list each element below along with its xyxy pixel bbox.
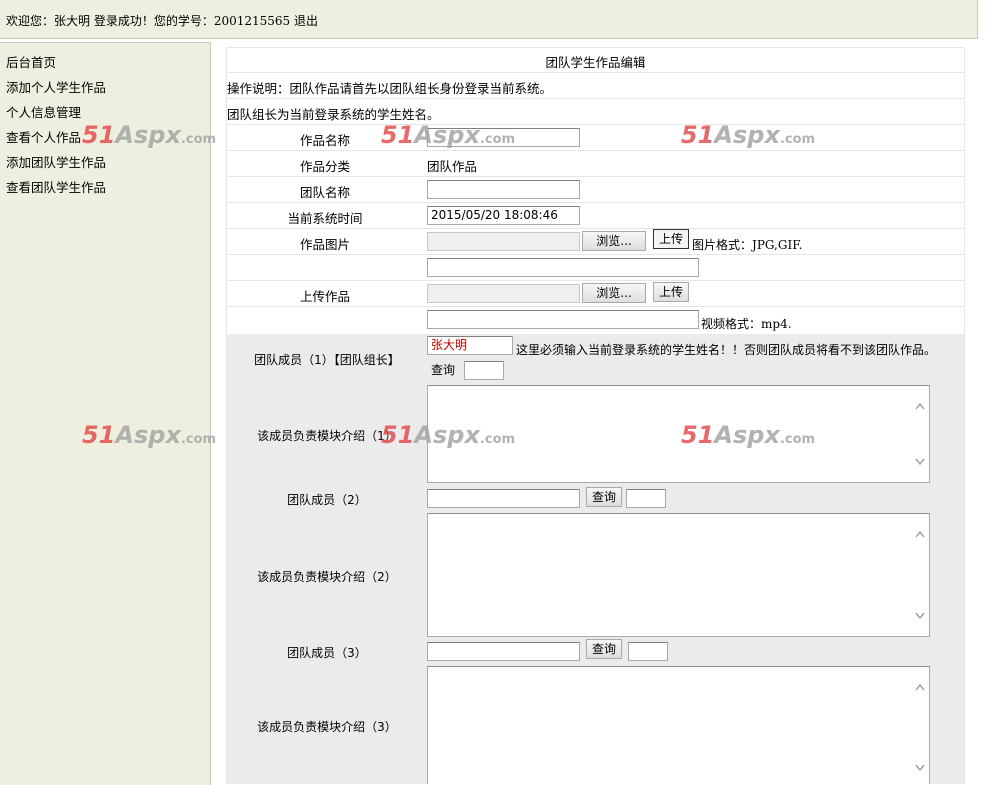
member1-name-input[interactable]: 张大明 xyxy=(427,336,513,355)
member3-name-input[interactable] xyxy=(427,642,580,661)
member2-query-result[interactable] xyxy=(626,489,666,508)
intro2-textarea[interactable] xyxy=(427,513,930,637)
member1-hint: 这里必须输入当前登录系统的学生姓名！！否则团队成员将看不到该团队作品。 xyxy=(516,343,937,357)
work-file-path[interactable] xyxy=(427,284,580,303)
member3-label: 团队成员（3） xyxy=(287,646,367,660)
image-path-input[interactable] xyxy=(427,258,699,277)
scroll-up-icon[interactable] xyxy=(915,683,925,691)
row-divider xyxy=(227,72,964,73)
row-divider xyxy=(227,98,964,99)
sidebar-item-view-personal-work[interactable]: 查看个人作品 xyxy=(6,127,81,146)
member1-label: 团队成员（1）【团队组长】 xyxy=(254,353,400,367)
intro3-label: 该成员负责模块介绍（3） xyxy=(257,720,397,734)
instruction-leader-text: 团队组长为当前登录系统的学生姓名。 xyxy=(227,107,440,122)
sidebar-item-add-team-work[interactable]: 添加团队学生作品 xyxy=(6,152,106,171)
intro1-label: 该成员负责模块介绍（1） xyxy=(257,429,397,443)
work-name-label: 作品名称 xyxy=(299,133,350,148)
upload-work-label: 上传作品 xyxy=(299,289,350,304)
team-name-label: 团队名称 xyxy=(299,185,350,200)
image-label: 作品图片 xyxy=(299,237,350,252)
sidebar-item-view-team-work[interactable]: 查看团队学生作品 xyxy=(6,177,106,196)
category-value: 团队作品 xyxy=(427,159,478,174)
image-browse-button[interactable]: 浏览... xyxy=(582,231,646,251)
scroll-up-icon[interactable] xyxy=(915,530,925,538)
logout-link[interactable]: 退出 xyxy=(294,14,318,28)
row-divider xyxy=(227,228,964,229)
work-path-input[interactable] xyxy=(427,310,699,329)
work-browse-button[interactable]: 浏览... xyxy=(582,283,646,303)
work-name-input[interactable] xyxy=(427,128,580,147)
image-format-hint-label: 图片格式： xyxy=(692,238,753,252)
category-label: 作品分类 xyxy=(299,159,350,174)
system-time-input[interactable]: 2015/05/20 18:08:46 xyxy=(427,206,580,225)
image-format-value: JPG,GIF. xyxy=(752,238,803,252)
student-number: 2001215565 xyxy=(213,14,291,28)
intro3-textarea[interactable] xyxy=(427,666,930,784)
intro1-textarea[interactable] xyxy=(427,385,930,483)
top-bar: 欢迎您：张大明 登录成功！您的学号：2001215565 退出 xyxy=(0,0,978,39)
row-divider xyxy=(227,306,964,307)
intro2-label: 该成员负责模块介绍（2） xyxy=(257,570,397,584)
team-work-edit-form: 团队学生作品编辑 操作说明：团队作品请首先以团队组长身份登录当前系统。 团队组长… xyxy=(226,47,965,784)
video-format-hint: 视频格式：mp4. xyxy=(701,315,792,332)
row-divider xyxy=(227,176,964,177)
scroll-down-icon[interactable] xyxy=(915,764,925,772)
instruction-text: 操作说明：团队作品请首先以团队组长身份登录当前系统。 xyxy=(227,81,553,96)
member1-query-result[interactable] xyxy=(464,361,504,380)
member2-label: 团队成员（2） xyxy=(287,493,367,507)
video-format-value: mp4. xyxy=(761,317,792,331)
welcome-text: 欢迎您：张大明 登录成功！您的学号： xyxy=(6,14,214,28)
scroll-down-icon[interactable] xyxy=(915,612,925,620)
video-format-hint-label: 视频格式： xyxy=(701,317,762,331)
row-divider xyxy=(227,254,964,255)
form-title: 团队学生作品编辑 xyxy=(545,55,646,70)
row-divider xyxy=(227,150,964,151)
row-divider xyxy=(227,280,964,281)
system-time-label: 当前系统时间 xyxy=(287,211,363,226)
member3-query-button[interactable]: 查询 xyxy=(586,639,622,659)
row-divider xyxy=(227,202,964,203)
sidebar-item-profile[interactable]: 个人信息管理 xyxy=(6,102,81,121)
sidebar-item-home[interactable]: 后台首页 xyxy=(6,52,56,71)
welcome-message: 欢迎您：张大明 登录成功！您的学号：2001215565 退出 xyxy=(6,12,318,29)
work-upload-button[interactable]: 上传 xyxy=(653,282,689,302)
row-divider xyxy=(227,47,964,48)
member1-query-button[interactable]: 查询 xyxy=(431,361,455,378)
sidebar-nav: 后台首页 添加个人学生作品 个人信息管理 查看个人作品 添加团队学生作品 查看团… xyxy=(0,42,211,785)
member3-query-result[interactable] xyxy=(628,642,668,661)
team-name-input[interactable] xyxy=(427,180,580,199)
scroll-down-icon[interactable] xyxy=(915,458,925,466)
sidebar-item-add-personal-work[interactable]: 添加个人学生作品 xyxy=(6,77,106,96)
row-divider xyxy=(227,124,964,125)
image-upload-button[interactable]: 上传 xyxy=(653,229,689,249)
member2-name-input[interactable] xyxy=(427,489,580,508)
image-file-path[interactable] xyxy=(427,232,580,251)
image-format-hint: 图片格式：JPG,GIF. xyxy=(692,236,802,253)
member2-query-button[interactable]: 查询 xyxy=(586,487,622,507)
scroll-up-icon[interactable] xyxy=(915,402,925,410)
